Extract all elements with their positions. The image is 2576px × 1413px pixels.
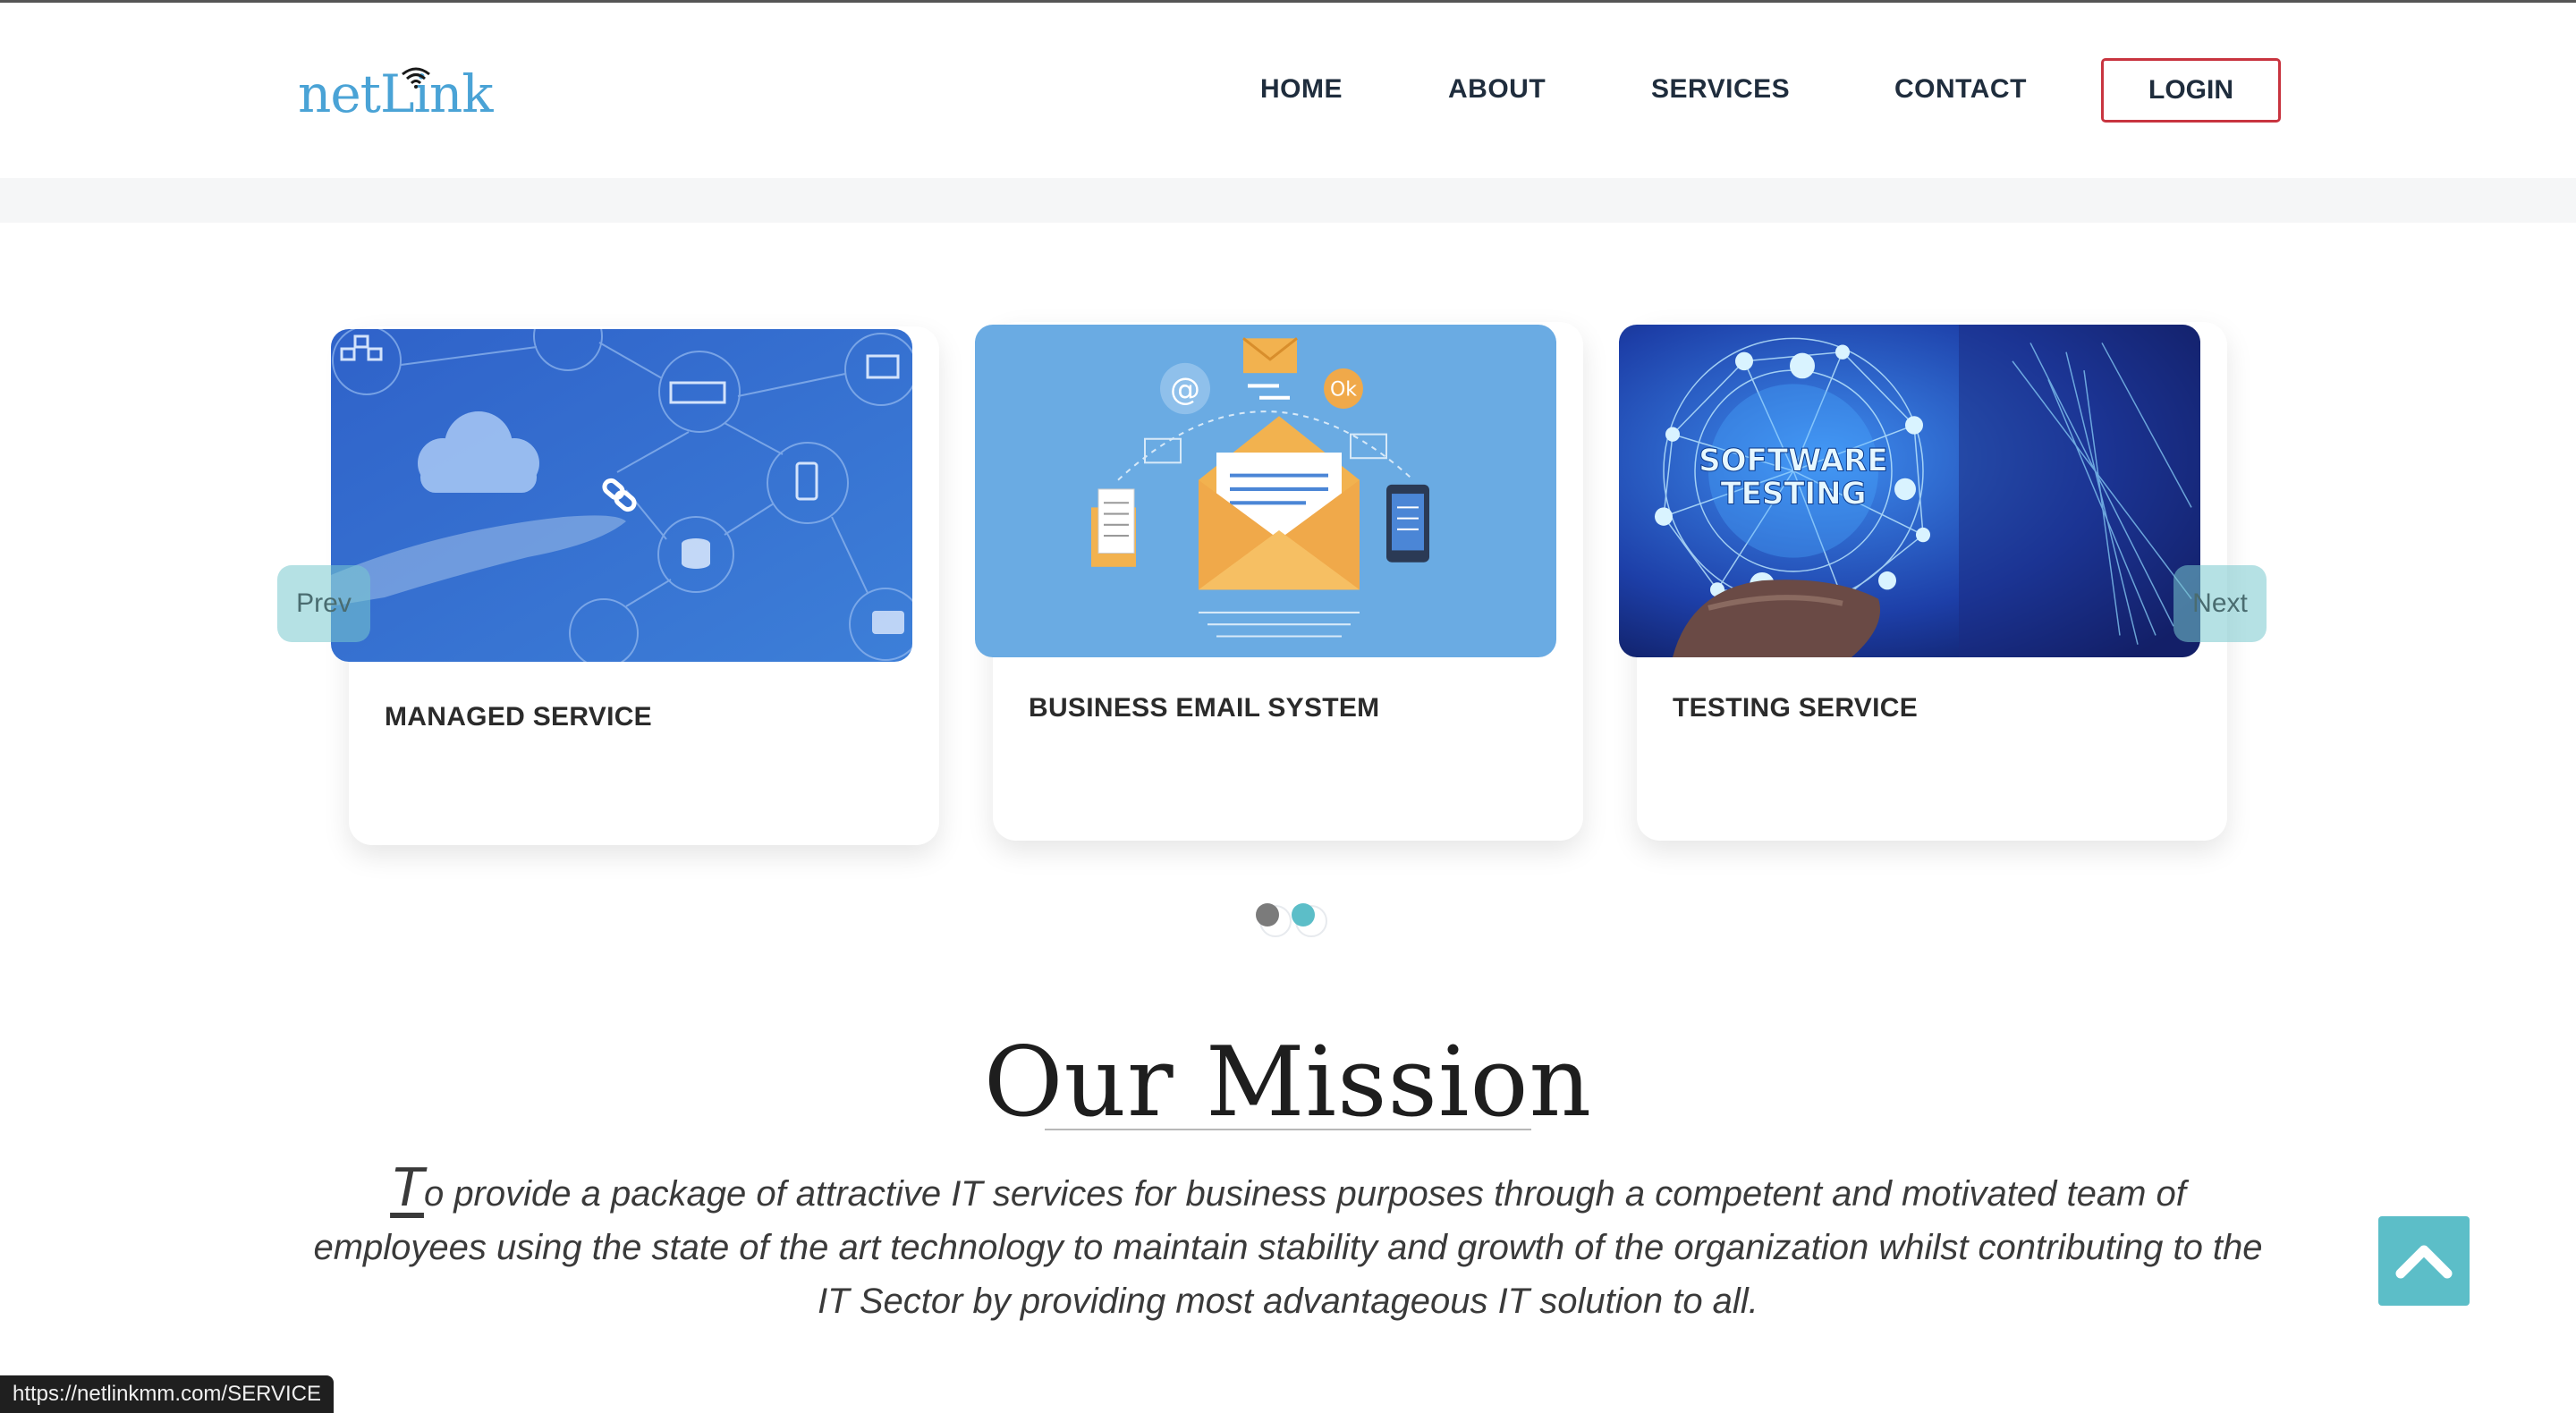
nav-contact[interactable]: CONTACT: [1894, 74, 2027, 105]
service-card-managed[interactable]: MANAGED SERVICE: [331, 326, 939, 845]
carousel-dots: [1256, 903, 1327, 939]
software-testing-image: SOFTWARE TESTING: [1619, 325, 2200, 657]
netlink-logo[interactable]: netLink: [298, 56, 513, 128]
card-title: TESTING SERVICE: [1673, 693, 1919, 723]
header-divider-band: [0, 178, 2576, 223]
software-label: SOFTWARE: [1699, 443, 1887, 478]
card-title: MANAGED SERVICE: [385, 702, 652, 732]
service-card-email[interactable]: @ Ok BUSINESS EMAIL SYSTEM: [975, 322, 1583, 841]
logo-text: netLink: [298, 63, 494, 124]
cloud-network-image: [331, 329, 912, 662]
services-carousel: MANAGED SERVICE @ Ok BUSINESS EMAIL SYST…: [277, 322, 2267, 885]
card-title: BUSINESS EMAIL SYSTEM: [1029, 693, 1380, 723]
nav-home[interactable]: HOME: [1260, 74, 1343, 105]
carousel-dot-2[interactable]: [1292, 903, 1315, 926]
ok-label: Ok: [1330, 377, 1357, 401]
mission-title: Our Mission: [983, 1027, 1593, 1138]
wifi-icon: [402, 67, 430, 89]
mission-title-underline: [1045, 1129, 1531, 1130]
testing-label: TESTING: [1720, 476, 1866, 512]
mission-body-text: o provide a package of attractive IT ser…: [313, 1174, 2263, 1321]
chevron-up-icon: [2395, 1245, 2453, 1279]
site-header: netLink HOME ABOUT SERVICES CONTACT LOGI…: [0, 3, 2576, 178]
mission-statement: To provide a package of attractive IT se…: [313, 1160, 2263, 1328]
login-button[interactable]: LOGIN: [2101, 58, 2281, 123]
carousel-dot-1[interactable]: [1256, 903, 1279, 926]
service-card-testing[interactable]: SOFTWARE TESTING TESTING SERVICE: [1619, 322, 2227, 841]
status-bar-url: https://netlinkmm.com/SERVICE: [0, 1375, 334, 1413]
nav-services[interactable]: SERVICES: [1651, 74, 1790, 105]
email-envelope-image: @ Ok: [975, 325, 1556, 657]
at-sign-label: @: [1170, 371, 1200, 407]
mission-drop-cap: T: [390, 1156, 424, 1218]
carousel-next-button[interactable]: Next: [2174, 565, 2267, 642]
carousel-prev-button[interactable]: Prev: [277, 565, 370, 642]
scroll-to-top-button[interactable]: [2378, 1216, 2470, 1306]
nav-about[interactable]: ABOUT: [1448, 74, 1546, 105]
